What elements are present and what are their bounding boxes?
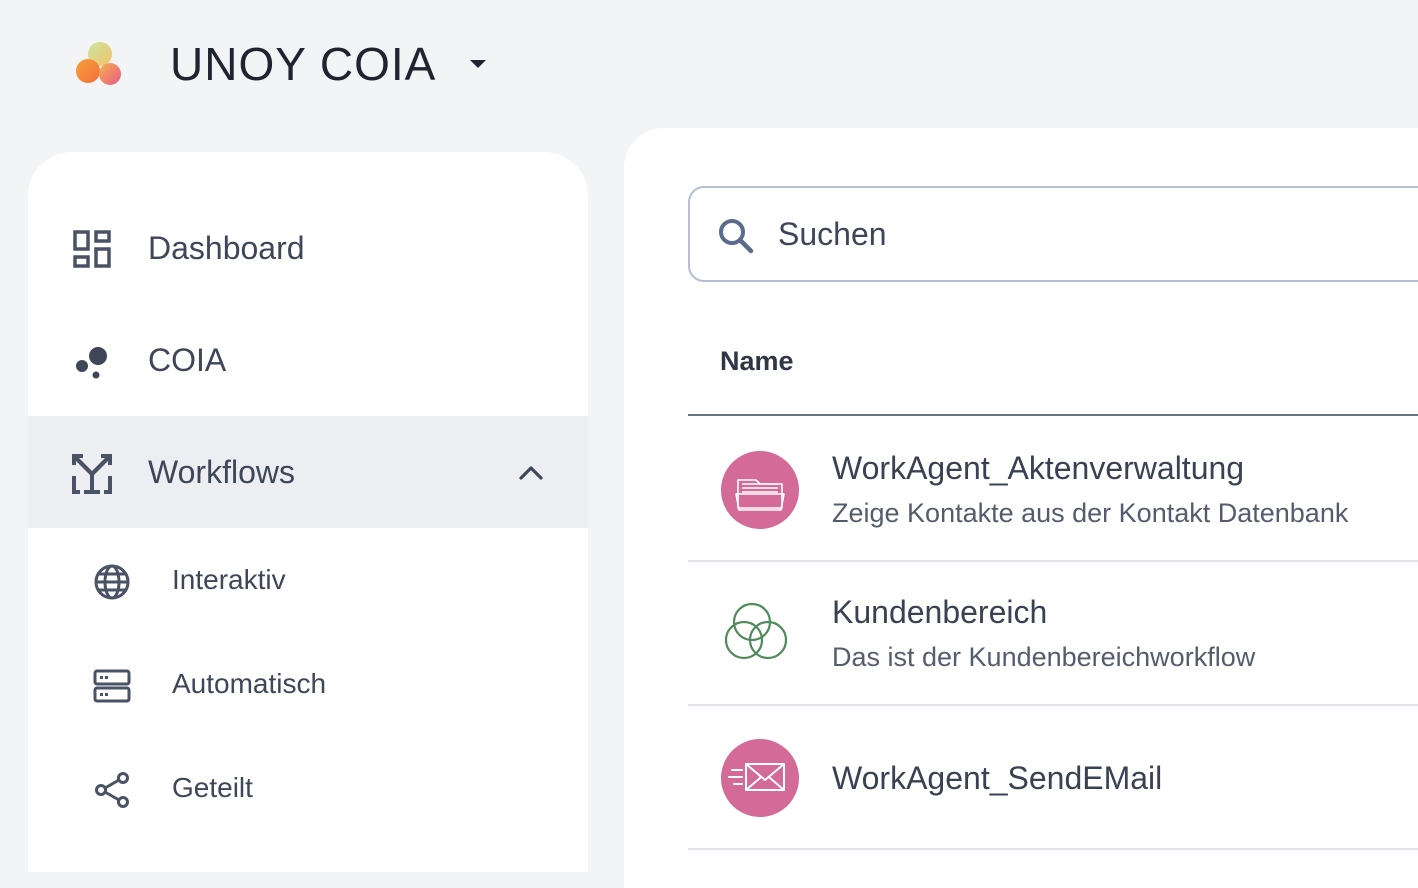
sidebar-item-workflows[interactable]: Workflows xyxy=(28,416,588,528)
sidebar-item-label: Dashboard xyxy=(148,230,305,266)
sidebar-subitem-interaktiv[interactable]: Interaktiv xyxy=(28,528,588,632)
dashboard-icon xyxy=(73,230,111,268)
sidebar: Dashboard COIA Workflows Interaktiv Auto… xyxy=(28,152,588,872)
search-box[interactable] xyxy=(688,186,1418,282)
table-header: Name xyxy=(688,320,1418,416)
server-icon xyxy=(93,669,131,703)
column-header-name[interactable]: Name xyxy=(720,320,794,402)
folder-icon xyxy=(721,451,799,529)
row-title: Kundenbereich xyxy=(832,594,1048,630)
sidebar-item-label: Workflows xyxy=(148,454,295,490)
sidebar-item-coia[interactable]: COIA xyxy=(28,304,588,416)
table-row[interactable]: WorkAgent_Aktenverwaltung Zeige Kontakte… xyxy=(688,418,1418,562)
globe-icon xyxy=(94,564,130,600)
circles-icon xyxy=(724,602,788,660)
sidebar-subitem-label: Geteilt xyxy=(172,772,253,803)
row-subtitle: Zeige Kontakte aus der Kontakt Datenbank xyxy=(832,498,1349,528)
chevron-up-icon[interactable] xyxy=(516,458,546,488)
search-icon xyxy=(719,219,754,254)
table-row[interactable]: WorkAgent_SendEMail xyxy=(688,706,1418,850)
mail-icon xyxy=(721,739,799,817)
sidebar-subitem-label: Interaktiv xyxy=(172,564,286,595)
sidebar-item-label: COIA xyxy=(148,342,227,378)
row-title: WorkAgent_SendEMail xyxy=(832,760,1163,796)
sidebar-item-dashboard[interactable]: Dashboard xyxy=(28,192,588,304)
sidebar-subitem-geteilt[interactable]: Geteilt xyxy=(28,736,588,840)
sidebar-subitem-label: Automatisch xyxy=(172,668,327,699)
app-title[interactable]: UNOY COIA xyxy=(170,34,436,94)
caret-down-icon[interactable] xyxy=(466,52,490,76)
sidebar-subitem-automatisch[interactable]: Automatisch xyxy=(28,632,588,736)
coia-icon xyxy=(76,347,107,379)
search-input[interactable] xyxy=(776,208,1416,260)
row-title: WorkAgent_Aktenverwaltung xyxy=(832,450,1245,486)
workflows-icon xyxy=(72,454,112,494)
app-logo[interactable] xyxy=(74,40,124,88)
row-subtitle: Das ist der Kundenbereichworkflow xyxy=(832,642,1256,672)
share-icon xyxy=(95,772,129,808)
table-row[interactable]: Kundenbereich Das ist der Kundenbereichw… xyxy=(688,562,1418,706)
app-header: UNOY COIA xyxy=(0,0,1418,128)
main-panel: Name WorkAgent_Aktenverwaltung Zeige Kon… xyxy=(624,128,1418,888)
